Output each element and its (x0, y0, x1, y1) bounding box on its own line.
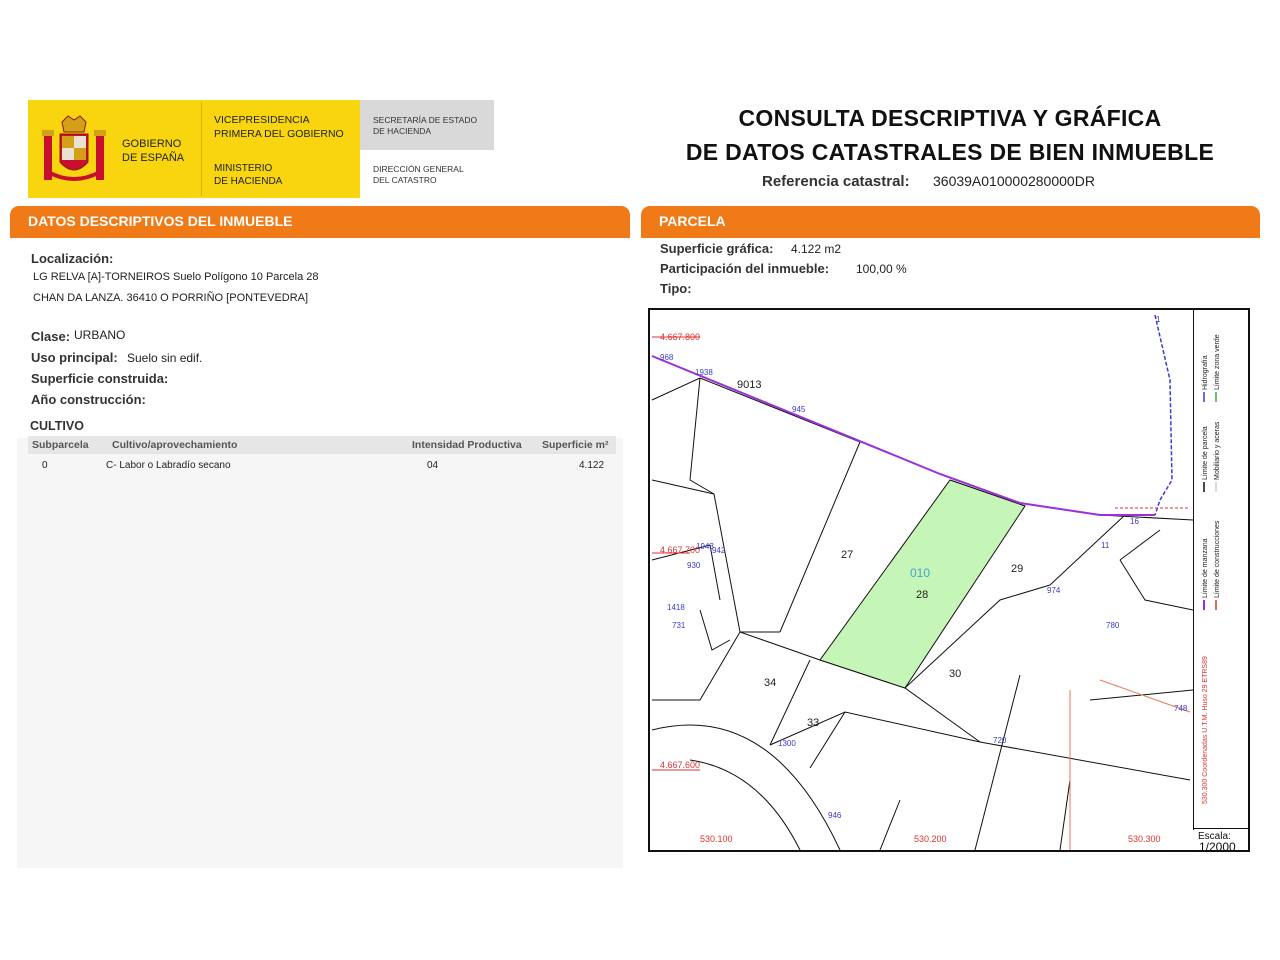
localizacion-line2: CHAN DA LANZA. 36410 O PORRIÑO [PONTEVED… (33, 292, 309, 304)
uso-value: Suelo sin edif. (127, 351, 203, 365)
title-line2: DE DATOS CATASTRALES DE BIEN INMUEBLE (685, 139, 1215, 165)
road-label: 930 (687, 561, 701, 570)
coat-of-arms-icon (42, 115, 106, 181)
anio-construccion-label: Año construcción: (31, 392, 146, 407)
th-cultivo: Cultivo/aprovechamiento (112, 439, 238, 451)
ministerio-text: MINISTERIO DE HACIENDA (214, 162, 282, 188)
road-label: 1418 (667, 603, 685, 612)
map-legend: Límite de manzana Límite de parcela Lími… (1202, 334, 1221, 804)
localizacion-line1: LG RELVA [A]-TORNEIROS Suelo Polígono 10… (33, 271, 319, 283)
uso-label: Uso principal: (31, 350, 118, 365)
th-intensidad: Intensidad Productiva (412, 439, 522, 451)
legend-zona-verde: Límite zona verde (1214, 334, 1221, 390)
road-label: 1300 (778, 739, 796, 748)
gobierno-line1: GOBIERNO (122, 138, 182, 150)
scale-divider (1193, 828, 1249, 829)
secretaria-text: SECRETARÍA DE ESTADO DE HACIENDA (373, 115, 477, 137)
legend-construcciones: Límite de construcciones (1214, 520, 1221, 598)
road-label: 942 (712, 546, 726, 555)
coord-label: 4.667.600 (660, 760, 700, 770)
coord-label: 4.667.700 (660, 545, 700, 555)
road-label: 946 (828, 811, 842, 820)
participacion-value: 100,00 % (856, 262, 907, 276)
td-cultivo: C- Labor o Labradío secano (106, 460, 231, 471)
parcel-label: 29 (1011, 563, 1023, 575)
road-label: 720 (993, 736, 1007, 745)
legend-mobiliario: Mobiliario y aceras (1214, 421, 1221, 480)
participacion-label: Participación del inmueble: (660, 261, 830, 276)
road-label: 974 (1047, 586, 1061, 595)
coord-label: 4.667.800 (660, 332, 700, 342)
cultivo-title: CULTIVO (30, 419, 84, 433)
road-label: 780 (1106, 621, 1120, 630)
direccion-line1: DIRECCIÓN GENERAL (373, 164, 464, 174)
vice-line2: PRIMERA DEL GOBIERNO (214, 128, 344, 140)
selected-parcel-code: 010 (910, 566, 930, 580)
td-intensidad: 04 (427, 460, 439, 471)
clase-value: URBANO (74, 328, 126, 342)
th-subparcela: Subparcela (32, 439, 89, 451)
vice-line1: VICEPRESIDENCIA (214, 114, 310, 126)
scale-value: 1/2000 (1199, 840, 1236, 854)
secretaria-line2: DE HACIENDA (373, 126, 432, 136)
legend-coords-note: 530.300 Coordenadas U.T.M. Huso 29 ETRS8… (1202, 656, 1209, 804)
road-label: 11 (1101, 541, 1110, 550)
parcel-label: 27 (841, 549, 853, 561)
clase-label: Clase: (31, 329, 71, 344)
section-header-parcela: PARCELA (641, 206, 1260, 238)
road-label: 731 (672, 621, 686, 630)
parcel-label: 30 (949, 668, 961, 680)
superficie-grafica-value: 4.122 m2 (791, 242, 842, 256)
gobierno-line2: DE ESPAÑA (122, 152, 185, 164)
direccion-catastro-text: DIRECCIÓN GENERAL DEL CATASTRO (373, 164, 464, 186)
td-subparcela: 0 (42, 460, 48, 471)
road-label: 16 (1130, 517, 1139, 526)
road-label: 748 (1174, 704, 1188, 713)
vicepresidencia-text: VICEPRESIDENCIA PRIMERA DEL GOBIERNO (214, 113, 344, 141)
parcel-label: 33 (807, 717, 819, 729)
map-drawing: 4.667.800 4.667.700 4.667.600 530.100 53… (651, 314, 1193, 850)
localizacion-label: Localización: (31, 251, 114, 266)
gobierno-espana-text: GOBIERNO DE ESPAÑA (122, 137, 184, 165)
legend-manzana: Límite de manzana (1202, 538, 1209, 598)
coord-label: 530.200 (914, 834, 947, 844)
coord-label: 530.100 (700, 834, 733, 844)
ref-catastral-label: Referencia catastral: (762, 173, 910, 190)
road-label: 1938 (695, 368, 713, 377)
road-label: 968 (660, 353, 674, 362)
title-line1: CONSULTA DESCRIPTIVA Y GRÁFICA (738, 105, 1162, 131)
superficie-construida-label: Superficie construida: (31, 371, 169, 386)
road-label: 1 (1156, 315, 1161, 324)
selected-parcel-number: 28 (916, 589, 928, 601)
coord-label: 530.300 (1128, 834, 1161, 844)
secretaria-line1: SECRETARÍA DE ESTADO (373, 115, 478, 125)
ministerio-line2: DE HACIENDA (214, 176, 283, 187)
section-title-parcela: PARCELA (659, 213, 726, 229)
ref-catastral-value: 36039A010000280000DR (933, 173, 1095, 189)
tipo-label: Tipo: (660, 281, 692, 296)
legend-separator (1193, 310, 1194, 830)
direccion-line2: DEL CATASTRO (373, 175, 437, 185)
road-label: 945 (792, 405, 806, 414)
legend-parcela: Límite de parcela (1202, 426, 1209, 480)
logo-divider (201, 102, 202, 196)
section-title-descriptivos: DATOS DESCRIPTIVOS DEL INMUEBLE (28, 213, 293, 229)
th-superficie: Superficie m² (542, 439, 609, 451)
superficie-grafica-label: Superficie gráfica: (660, 241, 774, 256)
ministerio-line1: MINISTERIO (214, 163, 273, 174)
td-superficie: 4.122 (579, 460, 605, 471)
parcel-label: 9013 (737, 379, 761, 391)
legend-hidrografia: Hidrografía (1202, 355, 1209, 390)
page-title: CONSULTA DESCRIPTIVA Y GRÁFICA DE DATOS … (640, 101, 1260, 169)
parcel-label: 34 (764, 677, 776, 689)
section-header-descriptivos: DATOS DESCRIPTIVOS DEL INMUEBLE (10, 206, 630, 238)
